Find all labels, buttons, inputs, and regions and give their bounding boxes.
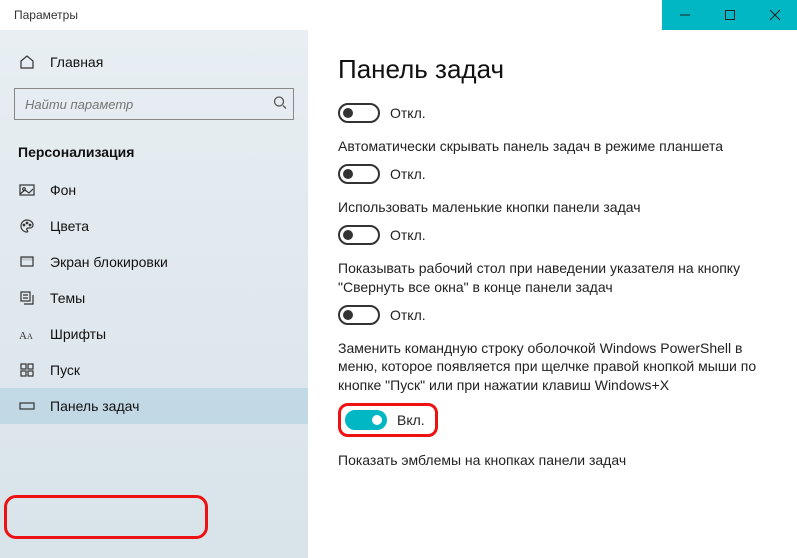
sidebar-item-label: Цвета xyxy=(50,218,89,234)
toggle-state-label: Откл. xyxy=(390,166,426,182)
page-title: Панель задач xyxy=(338,54,767,85)
toggle-state-label: Вкл. xyxy=(397,412,425,428)
toggle-switch[interactable] xyxy=(338,305,380,325)
sidebar-item-colors[interactable]: Цвета xyxy=(0,208,308,244)
sidebar-item-label: Пуск xyxy=(50,362,80,378)
sidebar-item-label: Экран блокировки xyxy=(50,254,168,270)
themes-icon xyxy=(18,290,36,306)
sidebar-item-label: Панель задач xyxy=(50,398,139,414)
svg-text:A: A xyxy=(27,332,33,341)
toggle-state-label: Откл. xyxy=(390,227,426,243)
window-title: Параметры xyxy=(0,8,662,22)
setting-row: Автоматически скрывать панель задач в ре… xyxy=(338,137,767,184)
setting-row: Использовать маленькие кнопки панели зад… xyxy=(338,198,767,245)
highlight-annotation: Вкл. xyxy=(338,403,438,437)
picture-icon xyxy=(18,182,36,198)
sidebar-item-label: Шрифты xyxy=(50,326,106,342)
sidebar: Главная Персонализация Фон Цвета Э xyxy=(0,30,308,558)
toggle-switch[interactable] xyxy=(338,164,380,184)
sidebar-item-fonts[interactable]: AA Шрифты xyxy=(0,316,308,352)
home-link[interactable]: Главная xyxy=(0,46,308,78)
setting-row: Откл. xyxy=(338,103,767,123)
setting-description: Заменить командную строку оболочкой Wind… xyxy=(338,339,767,396)
minimize-button[interactable] xyxy=(662,0,707,30)
titlebar: Параметры xyxy=(0,0,797,30)
sidebar-item-taskbar[interactable]: Панель задач xyxy=(0,388,308,424)
setting-row: Заменить командную строку оболочкой Wind… xyxy=(338,339,767,438)
taskbar-icon xyxy=(18,398,36,414)
maximize-button[interactable] xyxy=(707,0,752,30)
sidebar-item-label: Фон xyxy=(50,182,76,198)
toggle-state-label: Откл. xyxy=(390,307,426,323)
start-icon xyxy=(18,362,36,378)
home-label: Главная xyxy=(50,54,103,70)
setting-description: Показать эмблемы на кнопках панели задач xyxy=(338,451,767,470)
search-icon[interactable] xyxy=(272,95,288,114)
svg-text:A: A xyxy=(19,330,27,341)
setting-description: Использовать маленькие кнопки панели зад… xyxy=(338,198,767,217)
toggle-switch[interactable] xyxy=(345,410,387,430)
sidebar-item-label: Темы xyxy=(50,290,85,306)
lockscreen-icon xyxy=(18,254,36,270)
setting-description: Автоматически скрывать панель задач в ре… xyxy=(338,137,767,156)
home-icon xyxy=(18,54,36,70)
search-wrap xyxy=(14,88,294,120)
toggle-state-label: Откл. xyxy=(390,105,426,121)
close-button[interactable] xyxy=(752,0,797,30)
fonts-icon: AA xyxy=(18,327,36,341)
sidebar-item-lockscreen[interactable]: Экран блокировки xyxy=(0,244,308,280)
window-controls xyxy=(662,0,797,30)
palette-icon xyxy=(18,218,36,234)
toggle-switch[interactable] xyxy=(338,103,380,123)
setting-row: Показывать рабочий стол при наведении ук… xyxy=(338,259,767,325)
sidebar-item-themes[interactable]: Темы xyxy=(0,280,308,316)
setting-row: Показать эмблемы на кнопках панели задач xyxy=(338,451,767,470)
search-input[interactable] xyxy=(14,88,294,120)
highlight-annotation xyxy=(4,495,208,539)
content-area: Панель задач Откл. Автоматически скрыват… xyxy=(308,30,797,558)
sidebar-item-start[interactable]: Пуск xyxy=(0,352,308,388)
toggle-switch[interactable] xyxy=(338,225,380,245)
sidebar-item-background[interactable]: Фон xyxy=(0,172,308,208)
section-title: Персонализация xyxy=(0,136,308,172)
setting-description: Показывать рабочий стол при наведении ук… xyxy=(338,259,767,297)
